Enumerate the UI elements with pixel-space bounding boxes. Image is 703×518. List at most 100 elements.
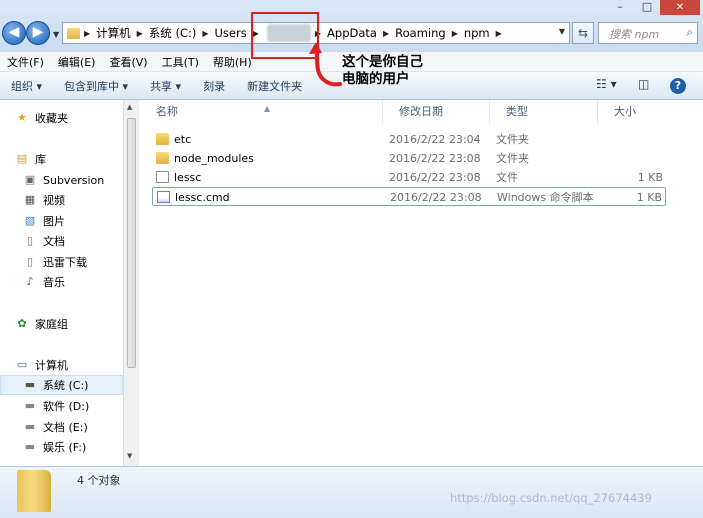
red-arrow — [309, 42, 342, 87]
nav-computer[interactable]: ▭ 计算机 — [14, 355, 68, 375]
column-label: 大小 — [614, 105, 636, 118]
file-icon — [156, 171, 169, 183]
nav-homegroup[interactable]: ✿ 家庭组 — [14, 314, 68, 334]
menu-tools[interactable]: 工具(T) — [155, 54, 206, 70]
nav-documents[interactable]: ▯ 文档 — [22, 231, 65, 251]
burn-button[interactable]: 刻录 — [192, 78, 236, 94]
nav-favorites[interactable]: ★ 收藏夹 — [14, 108, 68, 128]
file-date: 2016/2/22 23:04 — [389, 133, 481, 146]
nav-xunlei[interactable]: ▯ 迅雷下载 — [22, 252, 87, 272]
nav-drive-d[interactable]: ▬ 软件 (D:) — [22, 396, 89, 416]
refresh-button[interactable]: ⇆ — [572, 22, 594, 44]
nav-label: 软件 (D:) — [43, 400, 90, 413]
music-icon: ♪ — [26, 275, 34, 288]
nav-drive-c[interactable]: ▬ 系统 (C:) — [0, 375, 123, 395]
back-button[interactable]: ◀ — [2, 21, 26, 45]
nav-library[interactable]: ▤ 库 — [14, 149, 46, 169]
annotation-line2: 电脑的用户 — [342, 71, 410, 87]
nav-music[interactable]: ♪ 音乐 — [22, 272, 65, 292]
chevron-right-icon[interactable]: ▶ — [136, 29, 144, 38]
forward-button[interactable]: ▶ — [26, 21, 50, 45]
file-size: 1 KB — [637, 171, 663, 184]
preview-pane-icon[interactable]: ◫ — [638, 77, 649, 91]
drive-icon: ▬ — [24, 399, 36, 412]
file-row[interactable]: lessc 2016/2/22 23:08 文件 1 KB — [152, 168, 666, 187]
column-header-type[interactable]: 类型 — [490, 100, 598, 124]
share-button[interactable]: 共享 ▾ — [139, 78, 192, 94]
nav-subversion[interactable]: ▣ Subversion — [22, 170, 104, 190]
breadcrumb-drive-c[interactable]: 系统 (C:) — [144, 25, 202, 41]
chevron-down-icon[interactable]: ▼ — [559, 27, 565, 36]
menu-edit[interactable]: 编辑(E) — [51, 54, 103, 70]
library-icon: ▤ — [16, 152, 28, 165]
breadcrumb-roaming[interactable]: Roaming — [390, 26, 451, 40]
view-options-icon[interactable]: ☷ ▾ — [596, 77, 617, 91]
column-header-size[interactable]: 大小 — [598, 100, 668, 124]
nav-label: 文档 (E:) — [43, 421, 88, 434]
nav-label: 家庭组 — [35, 318, 68, 331]
nav-label: 音乐 — [43, 276, 65, 289]
scrollbar-thumb[interactable] — [127, 118, 136, 368]
folder-icon — [67, 27, 80, 39]
chevron-right-icon[interactable]: ▶ — [83, 29, 91, 38]
file-size: 1 KB — [636, 191, 662, 204]
scroll-down-icon[interactable]: ▼ — [127, 452, 132, 460]
organize-button[interactable]: 组织 ▾ — [0, 78, 53, 94]
menu-file[interactable]: 文件(F) — [0, 54, 51, 70]
breadcrumb-npm[interactable]: npm — [459, 26, 495, 40]
breadcrumb-computer[interactable]: 计算机 — [91, 25, 136, 41]
image-icon: ▧ — [24, 214, 36, 227]
nav-label: 收藏夹 — [35, 112, 68, 125]
search-placeholder: 搜索 npm — [609, 28, 660, 41]
search-icon[interactable]: ⌕ — [686, 25, 693, 40]
column-header-date[interactable]: 修改日期 — [383, 100, 490, 124]
chevron-right-icon[interactable]: ▶ — [495, 29, 503, 38]
breadcrumb-users[interactable]: Users — [210, 26, 252, 40]
homegroup-icon: ✿ — [17, 317, 27, 330]
file-row-selected[interactable]: lessc.cmd 2016/2/22 23:08 Windows 命令脚本 1… — [152, 187, 666, 206]
item-count: 4 个对象 — [77, 474, 121, 487]
scroll-up-icon[interactable]: ▲ — [127, 103, 132, 111]
nav-video[interactable]: ▦ 视频 — [22, 190, 65, 210]
file-row[interactable]: etc 2016/2/22 23:04 文件夹 — [152, 130, 666, 149]
nav-drive-f[interactable]: ▬ 娱乐 (F:) — [22, 437, 86, 457]
nav-drive-e[interactable]: ▬ 文档 (E:) — [22, 417, 88, 437]
menu-view[interactable]: 查看(V) — [102, 54, 154, 70]
file-row[interactable]: node_modules 2016/2/22 23:08 文件夹 — [152, 149, 666, 168]
chevron-right-icon[interactable]: ▶ — [201, 29, 209, 38]
folder-icon: ▣ — [24, 173, 36, 186]
maximize-button[interactable]: □ — [634, 0, 660, 13]
file-type: Windows 命令脚本 — [497, 191, 594, 204]
folder-icon — [156, 133, 169, 145]
file-type: 文件 — [496, 171, 518, 184]
breadcrumb-appdata[interactable]: AppData — [322, 26, 382, 40]
video-icon: ▦ — [24, 193, 36, 206]
minimize-button[interactable]: – — [606, 0, 634, 13]
search-input[interactable]: 搜索 npm ⌕ — [598, 22, 698, 44]
folder-icon — [17, 470, 51, 512]
column-label: 名称 — [156, 105, 178, 118]
nav-label: 娱乐 (F:) — [43, 441, 87, 454]
file-date: 2016/2/22 23:08 — [389, 171, 481, 184]
column-label: 类型 — [506, 105, 528, 118]
include-library-button[interactable]: 包含到库中 ▾ — [53, 78, 139, 94]
close-button[interactable]: ✕ — [660, 0, 700, 15]
help-icon[interactable]: ? — [670, 78, 686, 94]
column-header-name[interactable]: ▲ 名称 — [140, 100, 383, 124]
nav-scrollbar[interactable]: ▲ ▼ — [123, 100, 139, 466]
document-icon: ▯ — [26, 234, 34, 247]
column-label: 修改日期 — [399, 105, 443, 118]
chevron-right-icon[interactable]: ▶ — [382, 29, 390, 38]
nav-label: 迅雷下载 — [43, 256, 87, 269]
history-dropdown-icon[interactable]: ▼ — [53, 30, 59, 39]
nav-pictures[interactable]: ▧ 图片 — [22, 211, 65, 231]
navigation-pane: ★ 收藏夹 ▤ 库 ▣ Subversion ▦ 视频 ▧ 图片 ▯ 文档 ▯ 迅雷下载 ♪ 音… — [0, 100, 123, 466]
file-type: 文件夹 — [496, 133, 529, 146]
folder-icon — [156, 152, 169, 164]
nav-label: 文档 — [43, 235, 65, 248]
download-icon: ▯ — [26, 255, 34, 268]
cmd-script-icon — [157, 191, 170, 203]
chevron-right-icon[interactable]: ▶ — [451, 29, 459, 38]
drive-icon: ▬ — [24, 420, 36, 433]
nav-label: 视频 — [43, 194, 65, 207]
